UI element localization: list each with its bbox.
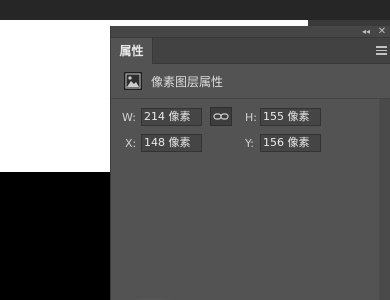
height-label: H: xyxy=(245,111,257,124)
collapse-icon[interactable]: ◂◂ xyxy=(361,27,371,37)
close-icon[interactable]: ✕ xyxy=(377,26,387,37)
canvas-preview-fragment xyxy=(112,290,188,300)
chain-link-icon xyxy=(213,113,229,120)
link-dimensions-button[interactable] xyxy=(210,107,232,126)
width-label: W: xyxy=(122,111,136,124)
panel-tab-bar: 属性 xyxy=(111,38,390,64)
width-input[interactable]: 214 像素 xyxy=(141,108,202,126)
canvas-black-region xyxy=(0,172,110,300)
section-title: 像素图层属性 xyxy=(151,75,224,89)
properties-panel: ◂◂ ✕ 属性 像素图层属性 W: 214 像素 H: 155 像素 X: 14… xyxy=(110,26,390,300)
tab-properties[interactable]: 属性 xyxy=(111,38,153,64)
panel-menu-icon[interactable] xyxy=(376,46,387,55)
height-input[interactable]: 155 像素 xyxy=(260,108,321,126)
y-input[interactable]: 156 像素 xyxy=(260,134,321,152)
panel-title-strip: ◂◂ ✕ xyxy=(111,26,390,38)
x-label: X: xyxy=(125,137,137,150)
canvas-top-area xyxy=(0,0,390,20)
panel-scrollbar[interactable] xyxy=(379,99,390,300)
y-label: Y: xyxy=(245,137,254,150)
image-icon xyxy=(124,72,142,90)
pixel-layer-properties-header: 像素图层属性 xyxy=(111,65,390,99)
x-input[interactable]: 148 像素 xyxy=(141,134,202,152)
